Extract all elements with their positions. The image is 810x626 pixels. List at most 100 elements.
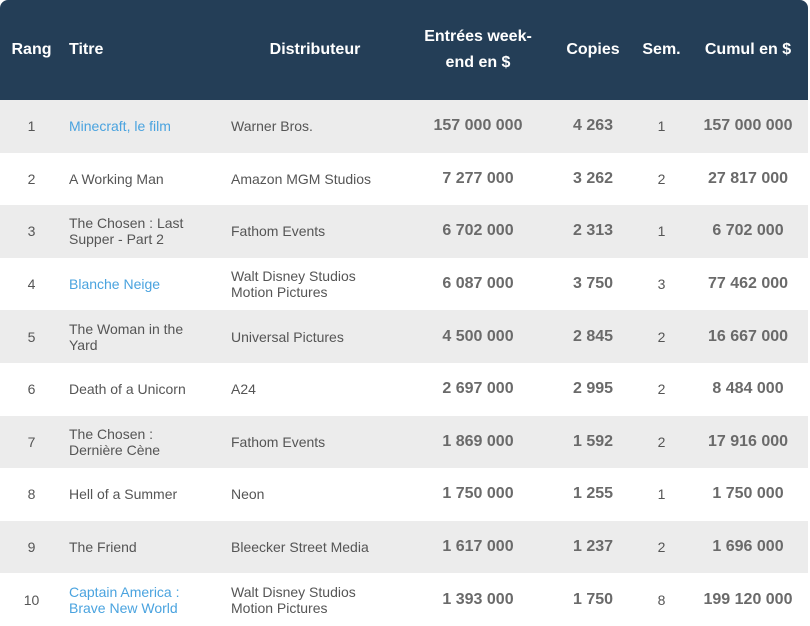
table-row-5: 5 The Woman in the Yard Universal Pictur… — [0, 310, 808, 363]
table-row-7: 7 The Chosen : Dernière Cène Fathom Even… — [0, 415, 808, 469]
copies-cell: 1 750 — [572, 590, 614, 608]
title-line-1: The Chosen : Last — [69, 215, 184, 232]
distributor-cell: Fathom Events — [225, 205, 405, 258]
header-distributor: Distributeur — [269, 41, 361, 58]
title-line-1: Minecraft, le film — [69, 118, 171, 135]
title-line-1: Blanche Neige — [69, 276, 161, 293]
weekend-cell: 1 617 000 — [442, 538, 514, 556]
title-line-1: The Friend — [69, 539, 137, 556]
distributor-line-1: Fathom Events — [231, 223, 326, 240]
title-line-1: The Chosen : — [69, 425, 154, 442]
title-line-1: Hell of a Summer — [69, 486, 178, 503]
header-copies: Copies — [566, 41, 620, 58]
distributor-cell: Bleecker Street Media — [225, 521, 405, 574]
cumul-cell: 8 484 000 — [712, 380, 784, 398]
title-cell: A Working Man — [63, 153, 225, 206]
title-line-1: Death of a Unicorn — [69, 381, 186, 398]
rank-cell: 3 — [27, 223, 36, 240]
table-row-6: 6 Death of a Unicorn A24 2 697 000 2 995… — [0, 362, 808, 416]
distributor-cell: Warner Bros. — [225, 100, 405, 153]
title-line-2: Yard — [69, 336, 98, 353]
distributor-line-1: Walt Disney Studios — [231, 583, 356, 600]
table-row-8: 8 Hell of a Summer Neon 1 750 000 1 255 … — [0, 468, 808, 521]
box-office-table-container: Rang Titre Distributeur Entrées week- en… — [0, 0, 808, 626]
distributor-cell: Universal Pictures — [225, 310, 405, 363]
distributor-line-2: Motion Pictures — [231, 284, 328, 301]
distributor-cell: Walt Disney Studios Motion Pictures — [225, 258, 405, 311]
title-line-1: Captain America : — [69, 583, 180, 600]
copies-cell: 4 263 — [572, 117, 614, 135]
weeks-cell: 8 — [657, 591, 666, 608]
cumul-cell: 6 702 000 — [712, 222, 784, 240]
distributor-line-1: Fathom Events — [231, 433, 326, 450]
weekend-cell: 2 697 000 — [442, 380, 514, 398]
header-title: Titre — [69, 41, 104, 58]
rank-cell: 1 — [27, 118, 36, 135]
cumul-cell: 199 120 000 — [703, 590, 793, 608]
rank-cell: 9 — [27, 539, 36, 556]
weeks-cell: 2 — [657, 328, 666, 345]
weekend-cell: 7 277 000 — [442, 169, 514, 187]
distributor-line-2: Motion Pictures — [231, 599, 328, 616]
distributor-line-1: Universal Pictures — [231, 328, 344, 345]
cumul-cell: 77 462 000 — [707, 275, 789, 293]
distributor-cell: Amazon MGM Studios — [225, 153, 405, 206]
cumul-cell: 157 000 000 — [703, 117, 793, 135]
copies-cell: 2 845 — [572, 327, 614, 345]
weekend-cell: 1 869 000 — [442, 432, 514, 450]
distributor-line-1: Neon — [231, 486, 265, 503]
title-cell: The Chosen : Last Supper - Part 2 — [63, 205, 225, 258]
table-row-2: 2 A Working Man Amazon MGM Studios 7 277… — [0, 152, 808, 206]
weeks-cell: 3 — [657, 276, 666, 293]
box-office-table: Rang Titre Distributeur Entrées week- en… — [0, 0, 808, 626]
weeks-cell: 2 — [657, 381, 666, 398]
rank-cell: 7 — [27, 433, 36, 450]
distributor-line-1: Bleecker Street Media — [231, 539, 369, 556]
weeks-cell: 1 — [657, 223, 666, 240]
title-cell: The Woman in the Yard — [63, 310, 225, 363]
copies-cell: 2 995 — [572, 380, 614, 398]
header-weeks: Sem. — [642, 41, 681, 58]
title-line-1: The Woman in the — [69, 320, 184, 337]
cumul-cell: 17 916 000 — [707, 432, 789, 450]
title-line-2: Supper - Part 2 — [69, 231, 164, 248]
header-weekend: Entrées week- end en $ — [405, 0, 551, 100]
rank-cell: 5 — [27, 328, 36, 345]
weeks-cell: 2 — [657, 170, 666, 187]
title-link[interactable]: Blanche Neige — [63, 258, 225, 311]
copies-cell: 3 750 — [572, 275, 614, 293]
cumul-cell: 1 750 000 — [712, 485, 784, 503]
header-weekend-line2: end en $ — [445, 54, 511, 71]
distributor-cell: Walt Disney Studios Motion Pictures — [225, 573, 405, 626]
copies-cell: 1 237 — [572, 538, 614, 556]
distributor-cell: Fathom Events — [225, 416, 405, 469]
distributor-cell: Neon — [225, 468, 405, 521]
title-link[interactable]: Minecraft, le film — [63, 100, 225, 153]
rank-cell: 4 — [27, 276, 36, 293]
title-cell: Death of a Unicorn — [63, 363, 225, 416]
rank-cell: 6 — [27, 381, 36, 398]
table-header: Rang Titre Distributeur Entrées week- en… — [0, 0, 808, 100]
header-rank: Rang — [11, 41, 52, 58]
table-row-3: 3 The Chosen : Last Supper - Part 2 Fath… — [0, 205, 808, 258]
rank-cell: 2 — [27, 170, 36, 187]
table-row-4: 4 Blanche Neige Walt Disney Studios Moti… — [0, 257, 808, 311]
cumul-cell: 1 696 000 — [712, 538, 784, 556]
rank-cell: 10 — [23, 591, 40, 608]
copies-cell: 1 592 — [572, 432, 614, 450]
copies-cell: 3 262 — [572, 169, 614, 187]
title-link[interactable]: Captain America : Brave New World — [63, 573, 225, 626]
title-cell: The Chosen : Dernière Cène — [63, 416, 225, 469]
weekend-cell: 1 750 000 — [442, 485, 514, 503]
table-row-9: 9 The Friend Bleecker Street Media 1 617… — [0, 520, 808, 574]
weekend-cell: 4 500 000 — [442, 327, 514, 345]
weekend-cell: 1 393 000 — [442, 590, 514, 608]
copies-cell: 1 255 — [572, 485, 614, 503]
table-row-1: 1 Minecraft, le film Warner Bros. 157 00… — [0, 100, 808, 153]
cumul-cell: 27 817 000 — [707, 169, 789, 187]
weekend-cell: 157 000 000 — [433, 117, 523, 135]
title-line-2: Brave New World — [69, 599, 178, 616]
title-cell: Hell of a Summer — [63, 468, 225, 521]
distributor-line-1: Walt Disney Studios — [231, 268, 356, 285]
header-weekend-line1: Entrées week- — [424, 28, 532, 45]
